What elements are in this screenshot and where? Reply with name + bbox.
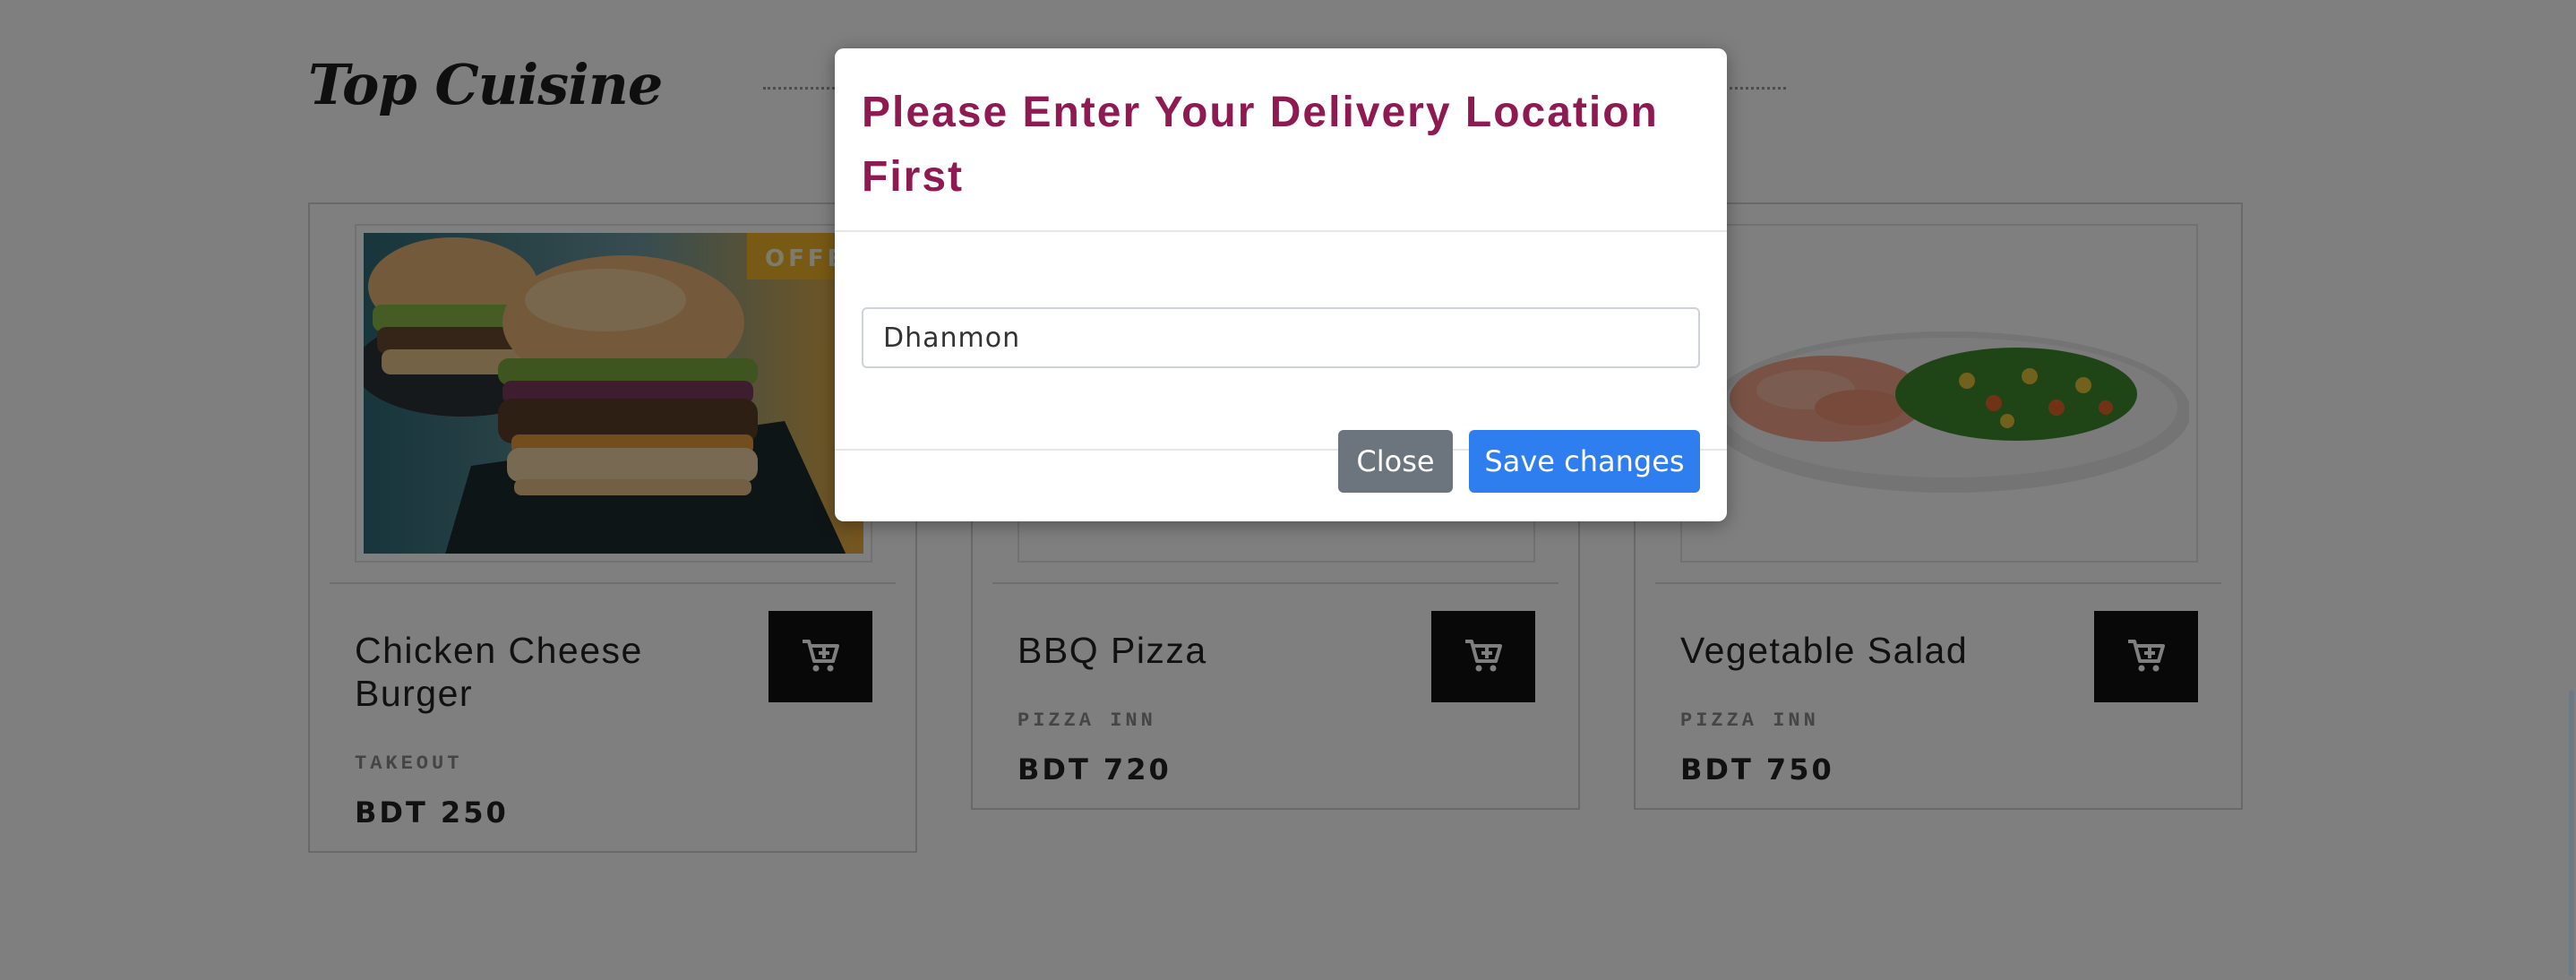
page-scrollbar[interactable] <box>2567 0 2576 980</box>
scrollbar-thumb[interactable] <box>2569 690 2574 976</box>
modal-title: Please Enter Your Delivery Location Firs… <box>862 89 1659 201</box>
modal-body <box>835 232 1727 450</box>
close-button[interactable]: Close <box>1338 430 1453 493</box>
save-changes-button[interactable]: Save changes <box>1469 430 1700 493</box>
modal-header: Please Enter Your Delivery Location Firs… <box>835 48 1727 232</box>
delivery-location-input[interactable] <box>862 307 1700 368</box>
